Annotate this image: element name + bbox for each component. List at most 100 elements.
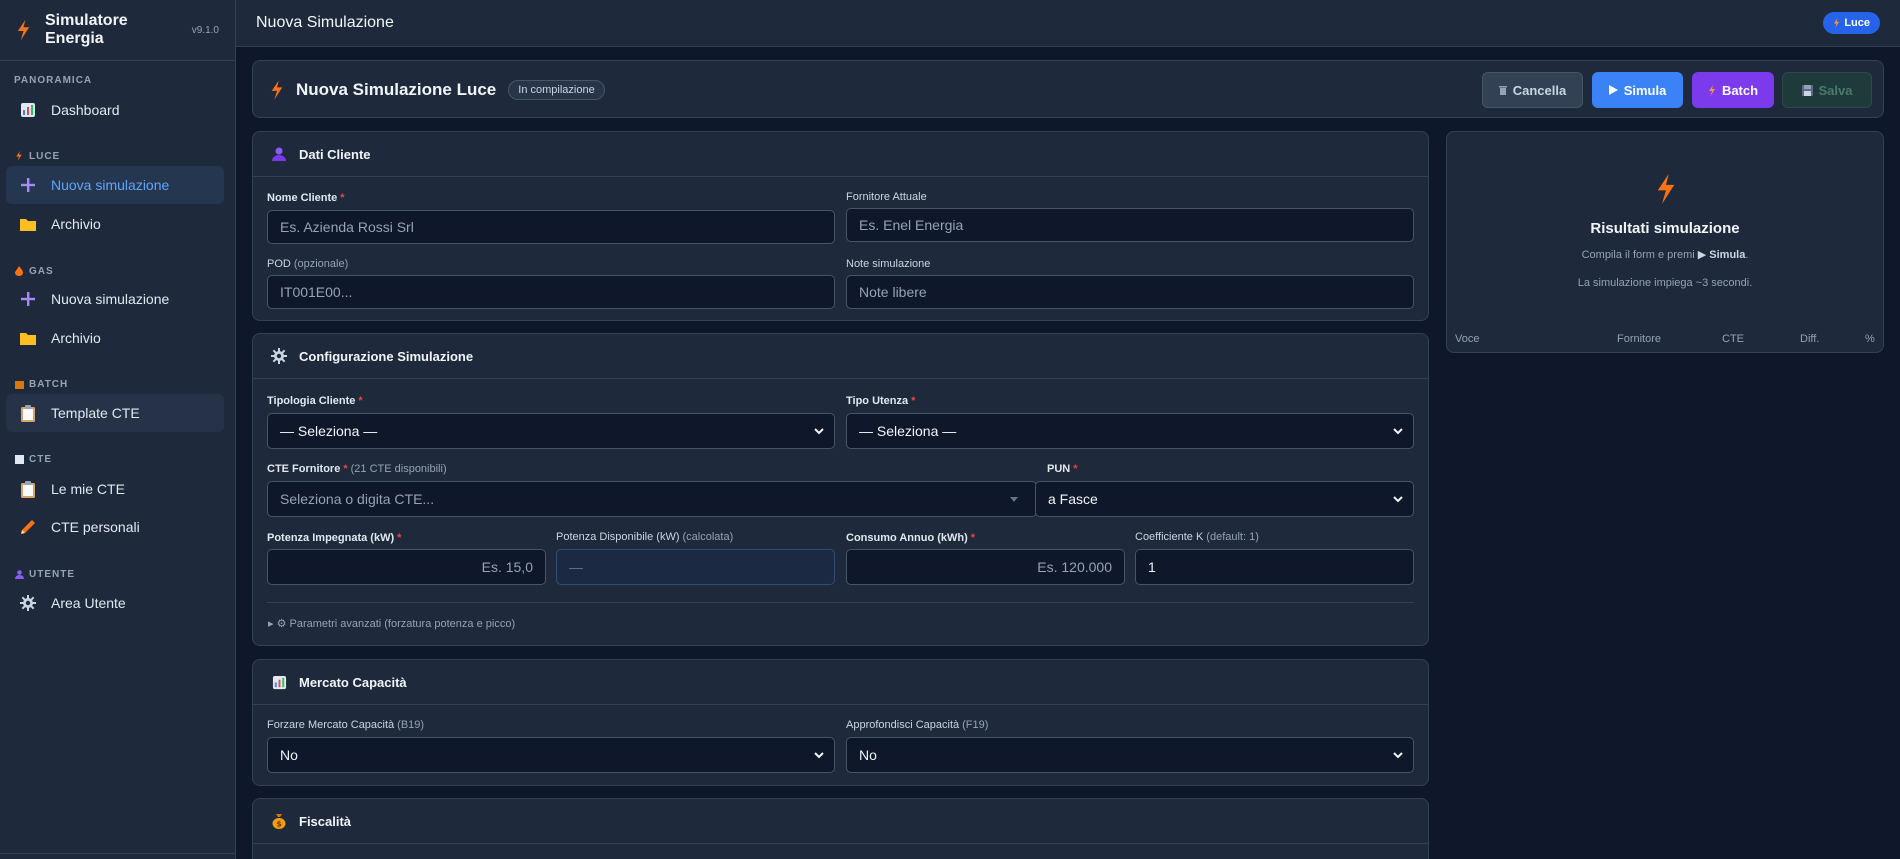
- sidebar-footer-divider: [0, 853, 236, 854]
- approfondisci-select[interactable]: No: [846, 737, 1414, 773]
- folder-icon: [19, 329, 37, 347]
- coeff-input[interactable]: 1: [1135, 549, 1414, 585]
- chevron-down-icon: [814, 752, 824, 759]
- chevron-down-icon: [814, 428, 824, 435]
- section-divider: [267, 602, 1414, 603]
- clipboard-icon: [19, 480, 37, 498]
- section-gas: GAS: [0, 264, 68, 278]
- play-icon: [1608, 85, 1618, 95]
- forzare-label: Forzare Mercato Capacità (B19): [267, 719, 425, 731]
- potenza-disp-input: —: [556, 549, 835, 585]
- forzare-select[interactable]: No: [267, 737, 835, 773]
- sidebar-item-luce-nuova[interactable]: Nuova simulazione: [6, 166, 224, 204]
- potenza-label: Potenza Impegnata (kW) *: [267, 532, 402, 544]
- app-version: v9.1.0: [191, 24, 219, 36]
- col-diff: Diff.: [1800, 333, 1820, 345]
- fornitore-label: Fornitore Attuale: [846, 191, 927, 203]
- plus-icon: [19, 290, 37, 308]
- section-panoramica: PANORAMICA: [14, 74, 93, 86]
- approfondisci-label: Approfondisci Capacità (F19): [846, 719, 989, 731]
- clipboard-icon: [19, 404, 37, 422]
- sidebar-item-luce-archivio[interactable]: Archivio: [6, 205, 224, 243]
- nome-cliente-label: Nome Cliente *: [267, 192, 345, 204]
- floppy-icon: [1801, 84, 1813, 96]
- bolt-icon: [1708, 84, 1715, 96]
- bolt-icon: [1834, 18, 1840, 28]
- bolt-icon: [14, 151, 24, 161]
- package-icon: [14, 379, 24, 389]
- mercato-card: Mercato Capacità Forzare Mercato Capacit…: [252, 659, 1429, 786]
- section-batch: BATCH: [0, 377, 82, 391]
- sidebar: Simulatore Energia v9.1.0 PANORAMICA Das…: [0, 0, 236, 859]
- advanced-params-toggle[interactable]: ▸ ⚙ Parametri avanzati (forzatura potenz…: [268, 617, 515, 630]
- cte-label: CTE Fornitore * (21 CTE disponibili): [267, 463, 447, 475]
- col-fornitore: Fornitore: [1617, 333, 1662, 345]
- sidebar-item-le-mie-cte[interactable]: Le mie CTE: [6, 470, 224, 508]
- gear-icon: [19, 594, 37, 612]
- simulation-title: Nuova Simulazione Luce: [296, 80, 497, 99]
- user-icon: [14, 569, 24, 579]
- sidebar-item-dashboard[interactable]: Dashboard: [6, 91, 224, 129]
- cte-combobox[interactable]: Seleziona o digita CTE...: [267, 481, 1037, 517]
- save-button[interactable]: Salva: [1782, 72, 1872, 108]
- utenza-label: Tipo Utenza *: [846, 395, 916, 407]
- tipologia-label: Tipologia Cliente *: [267, 395, 363, 407]
- consumo-label: Consumo Annuo (kWh) *: [846, 532, 976, 544]
- plus-icon: [19, 176, 37, 194]
- flame-icon: [14, 266, 24, 276]
- chevron-down-icon: [1393, 428, 1403, 435]
- brand[interactable]: Simulatore Energia v9.1.0: [0, 0, 235, 61]
- chevron-down-icon: [1393, 496, 1403, 503]
- trash-icon: [1498, 86, 1507, 95]
- note-input[interactable]: Note libere: [846, 275, 1414, 309]
- simulate-button[interactable]: Simula: [1592, 72, 1683, 108]
- nome-cliente-input[interactable]: Es. Azienda Rossi Srl: [267, 210, 835, 244]
- utenza-select[interactable]: — Seleziona —: [846, 413, 1414, 449]
- gear-icon: [271, 348, 287, 364]
- page-title: Nuova Simulazione: [256, 14, 394, 31]
- potenza-disp-label: Potenza Disponibile (kW) (calcolata): [556, 531, 734, 543]
- coeff-label: Coefficiente K (default: 1): [1135, 531, 1259, 543]
- caret-down-icon: [1010, 497, 1018, 502]
- simulation-header: Nuova Simulazione Luce In compilazione C…: [252, 60, 1884, 118]
- section-luce: LUCE: [0, 149, 74, 163]
- svg-text:$: $: [276, 820, 282, 829]
- fornitore-input[interactable]: Es. Enel Energia: [846, 208, 1414, 242]
- configurazione-card: Configurazione Simulazione Tipologia Cli…: [252, 333, 1429, 646]
- pun-select[interactable]: a Fasce: [1035, 481, 1414, 517]
- results-title: Risultati simulazione: [1590, 220, 1740, 237]
- chart-icon: [271, 674, 287, 690]
- pod-input[interactable]: IT001E00...: [267, 275, 835, 309]
- sidebar-item-area-utente[interactable]: Area Utente: [6, 584, 224, 622]
- pod-label: POD (opzionale): [267, 258, 349, 270]
- sidebar-item-gas-nuova[interactable]: Nuova simulazione: [6, 280, 224, 318]
- chart-icon: [19, 101, 37, 119]
- batch-button[interactable]: Batch: [1692, 72, 1774, 108]
- consumo-input[interactable]: Es. 120.000: [846, 549, 1125, 585]
- mode-badge[interactable]: Luce: [1823, 12, 1880, 34]
- bolt-icon: [17, 19, 30, 41]
- potenza-input[interactable]: Es. 15,0: [267, 549, 546, 585]
- sidebar-item-cte-personali[interactable]: CTE personali: [6, 508, 224, 546]
- money-bag-icon: $: [271, 813, 287, 829]
- results-panel: Risultati simulazione Compila il form e …: [1446, 131, 1884, 353]
- note-label: Note simulazione: [846, 258, 931, 270]
- bolt-icon: [1657, 173, 1675, 205]
- results-duration: La simulazione impiega ~3 secondi.: [1577, 277, 1753, 289]
- section-utente: UTENTE: [0, 567, 89, 581]
- chevron-down-icon: [1393, 752, 1403, 759]
- sidebar-item-gas-archivio[interactable]: Archivio: [6, 319, 224, 357]
- results-hint: Compila il form e premi ▶ Simula.: [1581, 249, 1749, 261]
- status-badge: In compilazione: [508, 80, 605, 100]
- folder-icon: [19, 215, 37, 233]
- results-table-header: Voce Fornitore CTE Diff. %: [1455, 333, 1875, 347]
- topbar: Nuova Simulazione Luce: [236, 0, 1900, 47]
- sidebar-item-template-cte[interactable]: Template CTE: [6, 394, 224, 432]
- fiscalita-card: $ Fiscalità: [252, 798, 1429, 859]
- user-icon: [271, 146, 287, 162]
- bolt-icon: [271, 80, 283, 100]
- app-name: Simulatore Energia: [45, 12, 128, 47]
- pun-label: PUN *: [1047, 463, 1078, 475]
- tipologia-select[interactable]: — Seleziona —: [267, 413, 835, 449]
- cancel-button[interactable]: Cancella: [1482, 72, 1583, 108]
